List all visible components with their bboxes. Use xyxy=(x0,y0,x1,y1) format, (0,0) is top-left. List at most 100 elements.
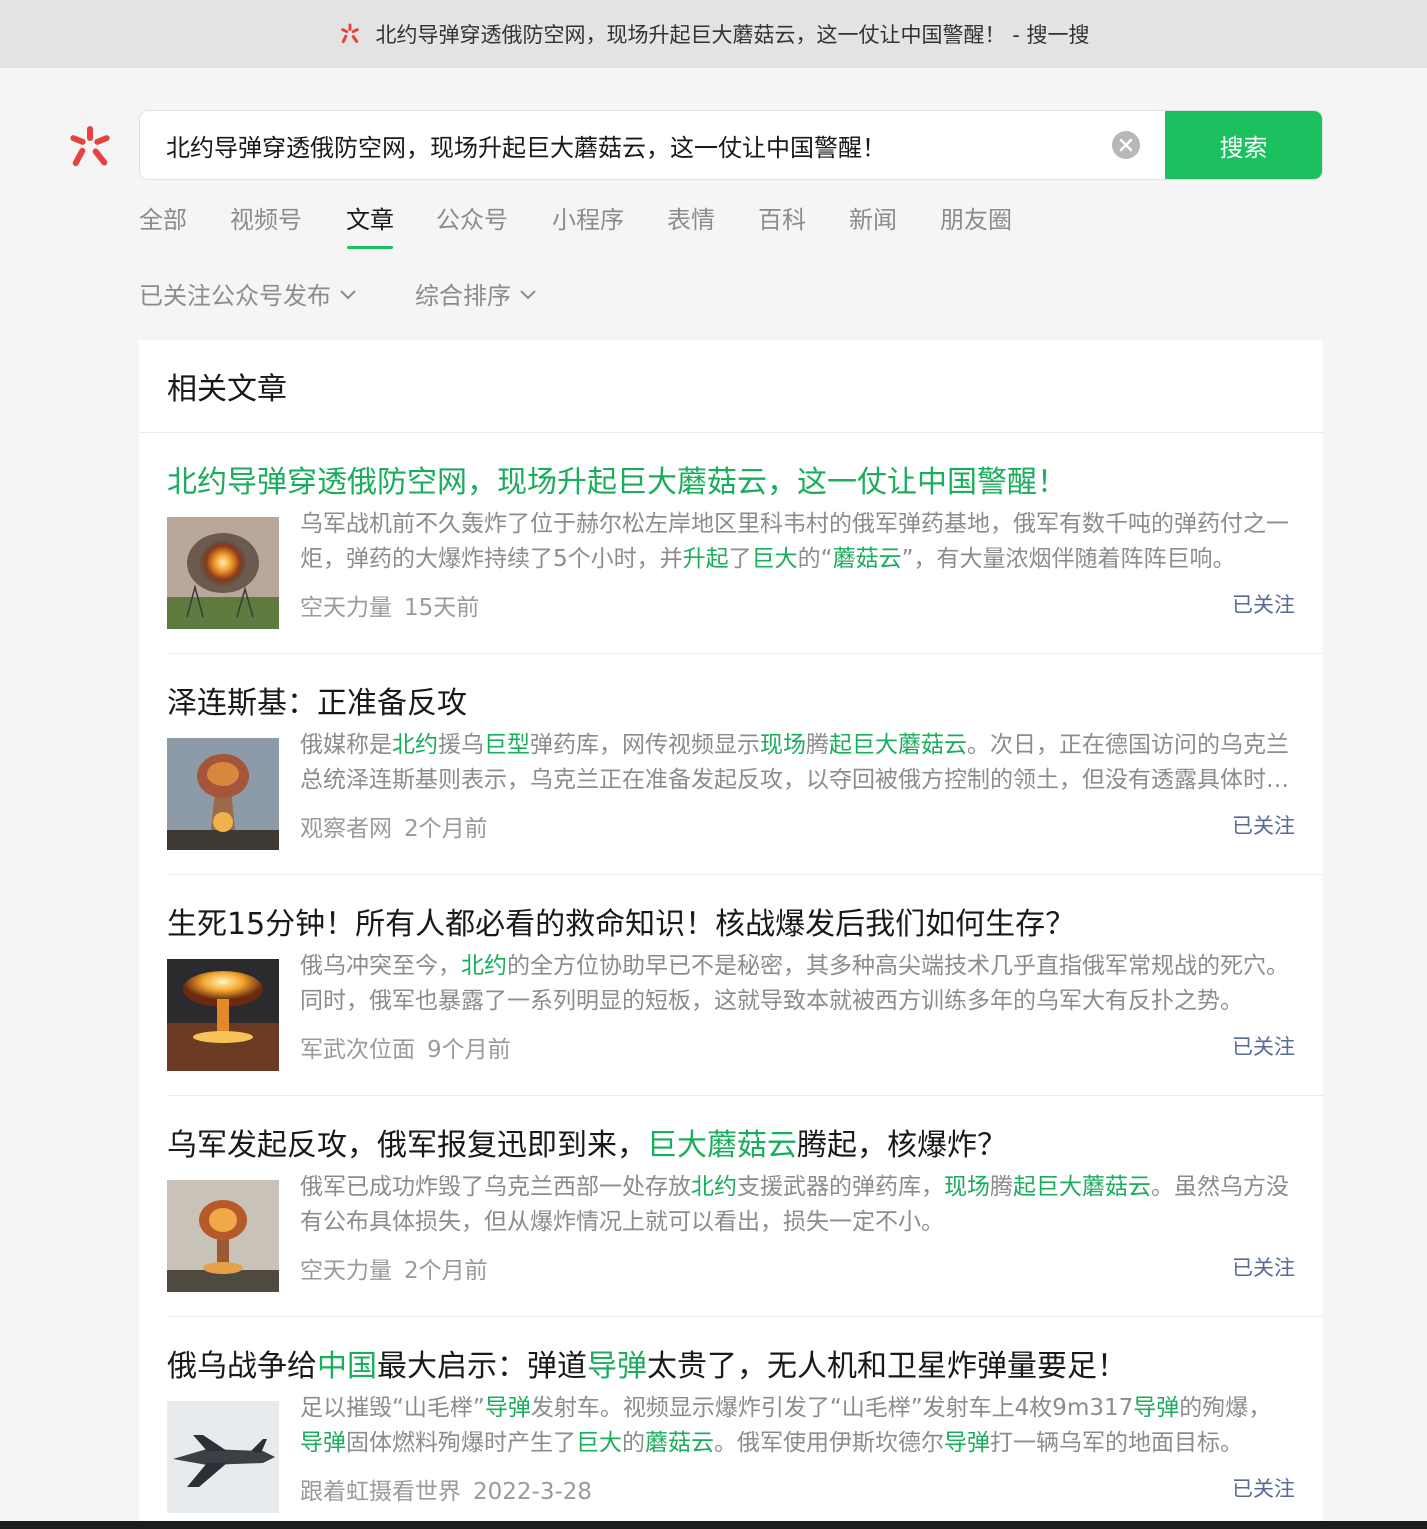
snippet-text: 俄军已成功炸毁了乌克兰西部一处存放 xyxy=(300,1174,691,1200)
result-snippet: 足以摧毁“山毛榉”导弹发射车。视频显示爆炸引发了“山毛榉”发射车上4枚9m317… xyxy=(300,1391,1290,1461)
snippet-text: 固体燃料殉爆时产生了 xyxy=(346,1430,576,1456)
title-text: 最大启示：弹道 xyxy=(377,1349,587,1384)
keyword-highlight: 导弹 xyxy=(300,1430,346,1456)
close-icon xyxy=(1119,138,1133,152)
snippet-text: 支援武器的弹药库， xyxy=(737,1174,944,1200)
result-item: 乌军发起反攻，俄军报复迅即到来，巨大蘑菇云腾起，核爆炸？ 俄军已成功炸毁了乌克兰西… xyxy=(167,1096,1323,1317)
chevron-down-icon xyxy=(520,289,536,299)
keyword-highlight: 北约 xyxy=(691,1174,737,1200)
snippet-text: 俄媒称是 xyxy=(300,732,392,758)
tab-7[interactable]: 新闻 xyxy=(849,200,897,249)
filter-dropdown-1[interactable]: 综合排序 xyxy=(415,276,537,311)
tab-3[interactable]: 公众号 xyxy=(436,200,508,249)
tab-4[interactable]: 小程序 xyxy=(552,200,624,249)
result-title-link[interactable]: 乌军发起反攻，俄军报复迅即到来，巨大蘑菇云腾起，核爆炸？ xyxy=(167,1120,1307,1164)
keyword-highlight: 起巨大蘑菇云 xyxy=(829,732,967,758)
section-title: 相关文章 xyxy=(139,340,1323,433)
result-title-link[interactable]: 俄乌战争给中国最大启示：弹道导弹太贵了，无人机和卫星炸弹量要足！ xyxy=(167,1341,1307,1385)
result-title-link[interactable]: 北约导弹穿透俄防空网，现场升起巨大蘑菇云，这一仗让中国警醒！ xyxy=(167,457,1307,501)
snippet-text: 腾 xyxy=(806,732,829,758)
tab-1[interactable]: 视频号 xyxy=(230,200,302,249)
result-snippet: 俄媒称是北约援乌巨型弹药库，网传视频显示现场腾起巨大蘑菇云。次日，正在德国访问的… xyxy=(300,728,1290,798)
keyword-highlight: 蘑菇云 xyxy=(832,546,902,572)
snippet-text: 弹药库，网传视频显示 xyxy=(530,732,760,758)
result-meta: 空天力量 2个月前 xyxy=(300,1251,488,1285)
result-snippet: 俄军已成功炸毁了乌克兰西部一处存放北约支援武器的弹药库，现场腾起巨大蘑菇云。虽然… xyxy=(300,1170,1290,1240)
result-source[interactable]: 空天力量 xyxy=(300,1258,392,1284)
tab-2[interactable]: 文章 xyxy=(346,200,394,249)
keyword-highlight: 导弹 xyxy=(1133,1395,1180,1421)
title-text: 泽连斯基：正准备反攻 xyxy=(167,686,467,721)
keyword-highlight: 蘑菇云 xyxy=(645,1430,714,1456)
keyword-highlight: 中国 xyxy=(317,1349,377,1384)
result-source[interactable]: 观察者网 xyxy=(300,816,392,842)
filter-label: 综合排序 xyxy=(415,282,511,310)
snippet-text: 的 xyxy=(622,1430,645,1456)
keyword-highlight: 现场 xyxy=(944,1174,990,1200)
tab-6[interactable]: 百科 xyxy=(758,200,806,249)
keyword-highlight: 起巨大蘑菇云 xyxy=(1013,1174,1151,1200)
keyword-highlight: 北约 xyxy=(392,732,438,758)
search-input[interactable] xyxy=(166,111,1106,179)
result-time: 15天前 xyxy=(404,595,480,621)
tab-8[interactable]: 朋友圈 xyxy=(940,200,1012,249)
tab-label: 全部 xyxy=(139,206,187,234)
keyword-highlight: 导弹 xyxy=(484,1395,531,1421)
snippet-text: 了 xyxy=(728,546,752,572)
followed-badge[interactable]: 已关注 xyxy=(1232,810,1295,840)
result-source[interactable]: 空天力量 xyxy=(300,595,392,621)
result-source[interactable]: 军武次位面 xyxy=(300,1037,415,1063)
result-item: 生死15分钟！所有人都必看的救命知识！核战爆发后我们如何生存？ 俄乌冲突至今，北约… xyxy=(167,875,1323,1096)
search-button[interactable]: 搜索 xyxy=(1165,111,1322,179)
title-text: 俄乌战争给 xyxy=(167,1349,317,1384)
title-text: 腾起，核爆炸？ xyxy=(797,1128,1007,1163)
keyword-highlight: 巨大蘑菇云 xyxy=(647,1128,797,1163)
snippet-text: 足以摧毁“山毛榉” xyxy=(300,1395,485,1421)
tab-0[interactable]: 全部 xyxy=(139,200,187,249)
result-source[interactable]: 跟着虹摄看世界 xyxy=(300,1479,461,1505)
result-thumbnail[interactable] xyxy=(167,959,279,1071)
bottom-edge xyxy=(0,1521,1427,1529)
keyword-highlight: 巨大 xyxy=(751,546,798,572)
snippet-text: 腾 xyxy=(990,1174,1013,1200)
keyword-highlight: 导弹 xyxy=(944,1430,990,1456)
tab-label: 新闻 xyxy=(849,206,897,234)
followed-badge[interactable]: 已关注 xyxy=(1232,1473,1295,1503)
snippet-text: 俄乌冲突至今， xyxy=(300,953,461,979)
result-title-link[interactable]: 生死15分钟！所有人都必看的救命知识！核战爆发后我们如何生存？ xyxy=(167,899,1307,943)
keyword-highlight: 现场 xyxy=(760,732,806,758)
search-bar: 搜索 xyxy=(139,110,1323,180)
keyword-highlight: 升起 xyxy=(682,546,729,572)
result-title-link[interactable]: 泽连斯基：正准备反攻 xyxy=(167,678,1307,722)
results-card: 相关文章 北约导弹穿透俄防空网，现场升起巨大蘑菇云，这一仗让中国警醒！ 乌军战机前… xyxy=(139,340,1323,1529)
snippet-text: 。俄军使用伊斯坎德尔 xyxy=(714,1430,944,1456)
filter-dropdown-0[interactable]: 已关注公众号发布 xyxy=(139,276,357,311)
title-text: 生死15分钟！所有人都必看的救命知识！核战爆发后我们如何生存？ xyxy=(167,907,1076,942)
result-snippet: 乌军战机前不久轰炸了位于赫尔松左岸地区里科韦村的俄军弹药基地，俄军有数千吨的弹药… xyxy=(300,507,1290,577)
snippet-text: 发射车。视频显示爆炸引发了“山毛榉”发射车上4枚9m317 xyxy=(530,1395,1134,1421)
followed-badge[interactable]: 已关注 xyxy=(1232,1252,1295,1282)
followed-badge[interactable]: 已关注 xyxy=(1232,589,1295,619)
result-time: 9个月前 xyxy=(427,1037,511,1063)
result-snippet: 俄乌冲突至今，北约的全方位协助早已不是秘密，其多种高尖端技术几乎直指俄军常规战的… xyxy=(300,949,1290,1019)
result-thumbnail[interactable] xyxy=(167,738,279,850)
tab-label: 公众号 xyxy=(436,206,508,234)
tab-5[interactable]: 表情 xyxy=(667,200,715,249)
result-meta: 跟着虹摄看世界 2022-3-28 xyxy=(300,1472,592,1506)
result-thumbnail[interactable] xyxy=(167,1180,279,1292)
clear-search-button[interactable] xyxy=(1112,131,1140,159)
result-thumbnail[interactable] xyxy=(167,1401,279,1513)
filter-label: 已关注公众号发布 xyxy=(139,282,331,310)
window-title: 北约导弹穿透俄防空网，现场升起巨大蘑菇云，这一仗让中国警醒！ - 搜一搜 xyxy=(375,23,1090,47)
tab-label: 视频号 xyxy=(230,206,302,234)
snippet-text: 打一辆乌军的地面目标。 xyxy=(990,1430,1243,1456)
sou-yi-sou-logo-icon[interactable] xyxy=(66,124,114,172)
result-item: 泽连斯基：正准备反攻俄媒称是北约援乌巨型弹药库，网传视频显示现场腾起巨大蘑菇云。… xyxy=(167,654,1323,875)
result-time: 2022-3-28 xyxy=(473,1479,593,1505)
result-item: 北约导弹穿透俄防空网，现场升起巨大蘑菇云，这一仗让中国警醒！ 乌军战机前不久轰炸了… xyxy=(167,433,1323,654)
keyword-highlight: 巨大 xyxy=(576,1430,622,1456)
followed-badge[interactable]: 已关注 xyxy=(1232,1031,1295,1061)
keyword-highlight: 巨型 xyxy=(484,732,530,758)
result-thumbnail[interactable] xyxy=(167,517,279,629)
title-text: 太贵了，无人机和卫星炸弹量要足！ xyxy=(647,1349,1127,1384)
